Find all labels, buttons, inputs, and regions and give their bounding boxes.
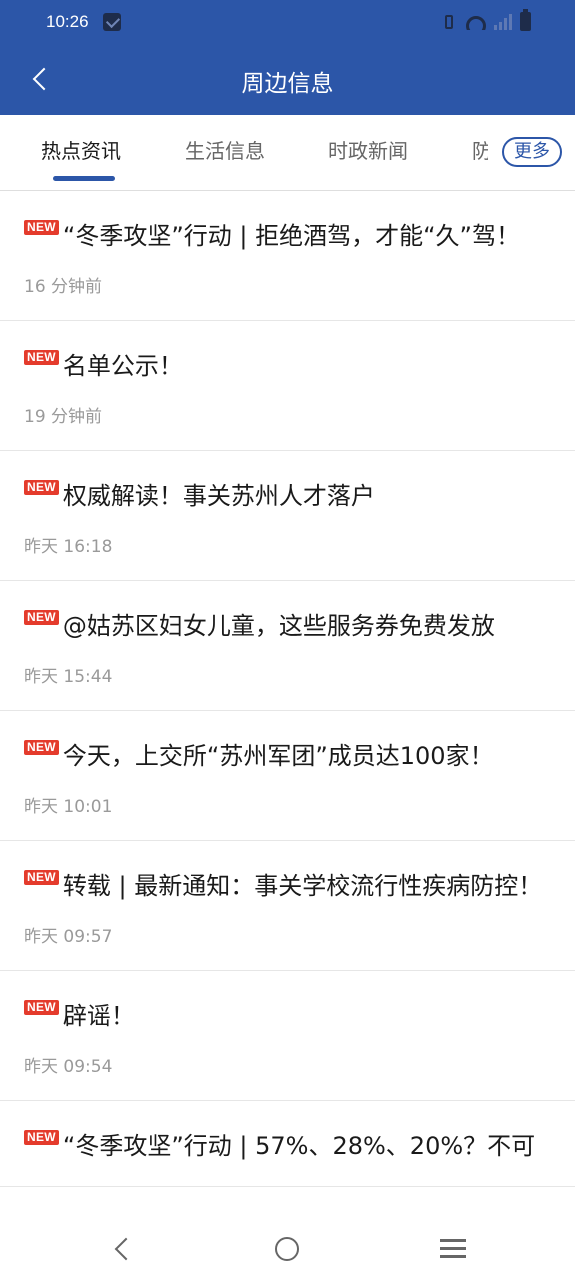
status-bar: 10:26	[0, 0, 575, 48]
new-badge: NEW	[24, 1130, 59, 1145]
new-badge: NEW	[24, 610, 59, 625]
signal-icon	[494, 13, 512, 30]
tab-life-info[interactable]: 生活信息	[185, 135, 265, 164]
news-title: 辟谣！	[62, 1002, 135, 1030]
news-item[interactable]: NEW 今天，上交所“苏州军团”成员达100家！ 昨天 10:01	[0, 711, 575, 841]
system-nav-bar	[0, 1215, 575, 1280]
back-triangle-icon[interactable]	[112, 1239, 132, 1259]
news-title: “冬季攻坚”行动 | 57%、28%、20%？不可	[62, 1132, 536, 1160]
news-time: 昨天 16:18	[24, 537, 113, 557]
status-time: 10:26	[46, 12, 89, 31]
news-item[interactable]: NEW “冬季攻坚”行动 | 57%、28%、20%？不可	[0, 1101, 575, 1187]
news-title: @姑苏区妇女儿童，这些服务券免费发放	[62, 612, 495, 640]
news-item[interactable]: NEW 辟谣！ 昨天 09:54	[0, 971, 575, 1101]
status-icons	[440, 9, 531, 31]
news-list: NEW “冬季攻坚”行动 | 拒绝酒驾，才能“久”驾！ 16 分钟前 NEW 名单公…	[0, 191, 575, 1215]
news-item[interactable]: NEW 转载 | 最新通知：事关学校流行性疾病防控！ 昨天 09:57	[0, 841, 575, 971]
news-item[interactable]: NEW 名单公示！ 19 分钟前	[0, 321, 575, 451]
tab-hot-news[interactable]: 热点资讯	[41, 135, 121, 164]
news-time: 16 分钟前	[24, 277, 103, 297]
battery-icon	[520, 9, 531, 31]
news-item[interactable]: NEW “冬季攻坚”行动 | 拒绝酒驾，才能“久”驾！ 16 分钟前	[0, 191, 575, 321]
vibrate-icon	[440, 13, 458, 31]
home-circle-icon[interactable]	[275, 1237, 299, 1261]
news-title: 名单公示！	[62, 352, 183, 380]
wifi-icon	[466, 14, 486, 30]
new-badge: NEW	[24, 1000, 59, 1015]
news-time: 昨天 15:44	[24, 667, 113, 687]
news-time: 昨天 09:57	[24, 927, 113, 947]
news-time: 19 分钟前	[24, 407, 103, 427]
tab-politics-news[interactable]: 时政新闻	[328, 135, 408, 164]
news-time: 昨天 09:54	[24, 1057, 113, 1077]
new-badge: NEW	[24, 220, 59, 235]
app-header: 10:26 周边信息	[0, 0, 575, 115]
news-item[interactable]: NEW 权威解读！事关苏州人才落户 昨天 16:18	[0, 451, 575, 581]
new-badge: NEW	[24, 740, 59, 755]
news-time: 昨天 10:01	[24, 797, 113, 817]
new-badge: NEW	[24, 350, 59, 365]
new-badge: NEW	[24, 480, 59, 495]
news-title: “冬季攻坚”行动 | 拒绝酒驾，才能“久”驾！	[62, 222, 520, 250]
menu-lines-icon[interactable]	[440, 1239, 466, 1259]
more-button[interactable]: 更多	[502, 137, 562, 167]
active-tab-indicator	[53, 176, 115, 181]
new-badge: NEW	[24, 870, 59, 885]
notification-icon	[103, 13, 121, 31]
news-item[interactable]: NEW @姑苏区妇女儿童，这些服务券免费发放 昨天 15:44	[0, 581, 575, 711]
page-title: 周边信息	[241, 71, 334, 97]
news-title: 今天，上交所“苏州军团”成员达100家！	[62, 742, 494, 770]
news-title: 权威解读！事关苏州人才落户	[62, 482, 375, 510]
news-title: 转载 | 最新通知：事关学校流行性疾病防控！	[62, 872, 543, 900]
